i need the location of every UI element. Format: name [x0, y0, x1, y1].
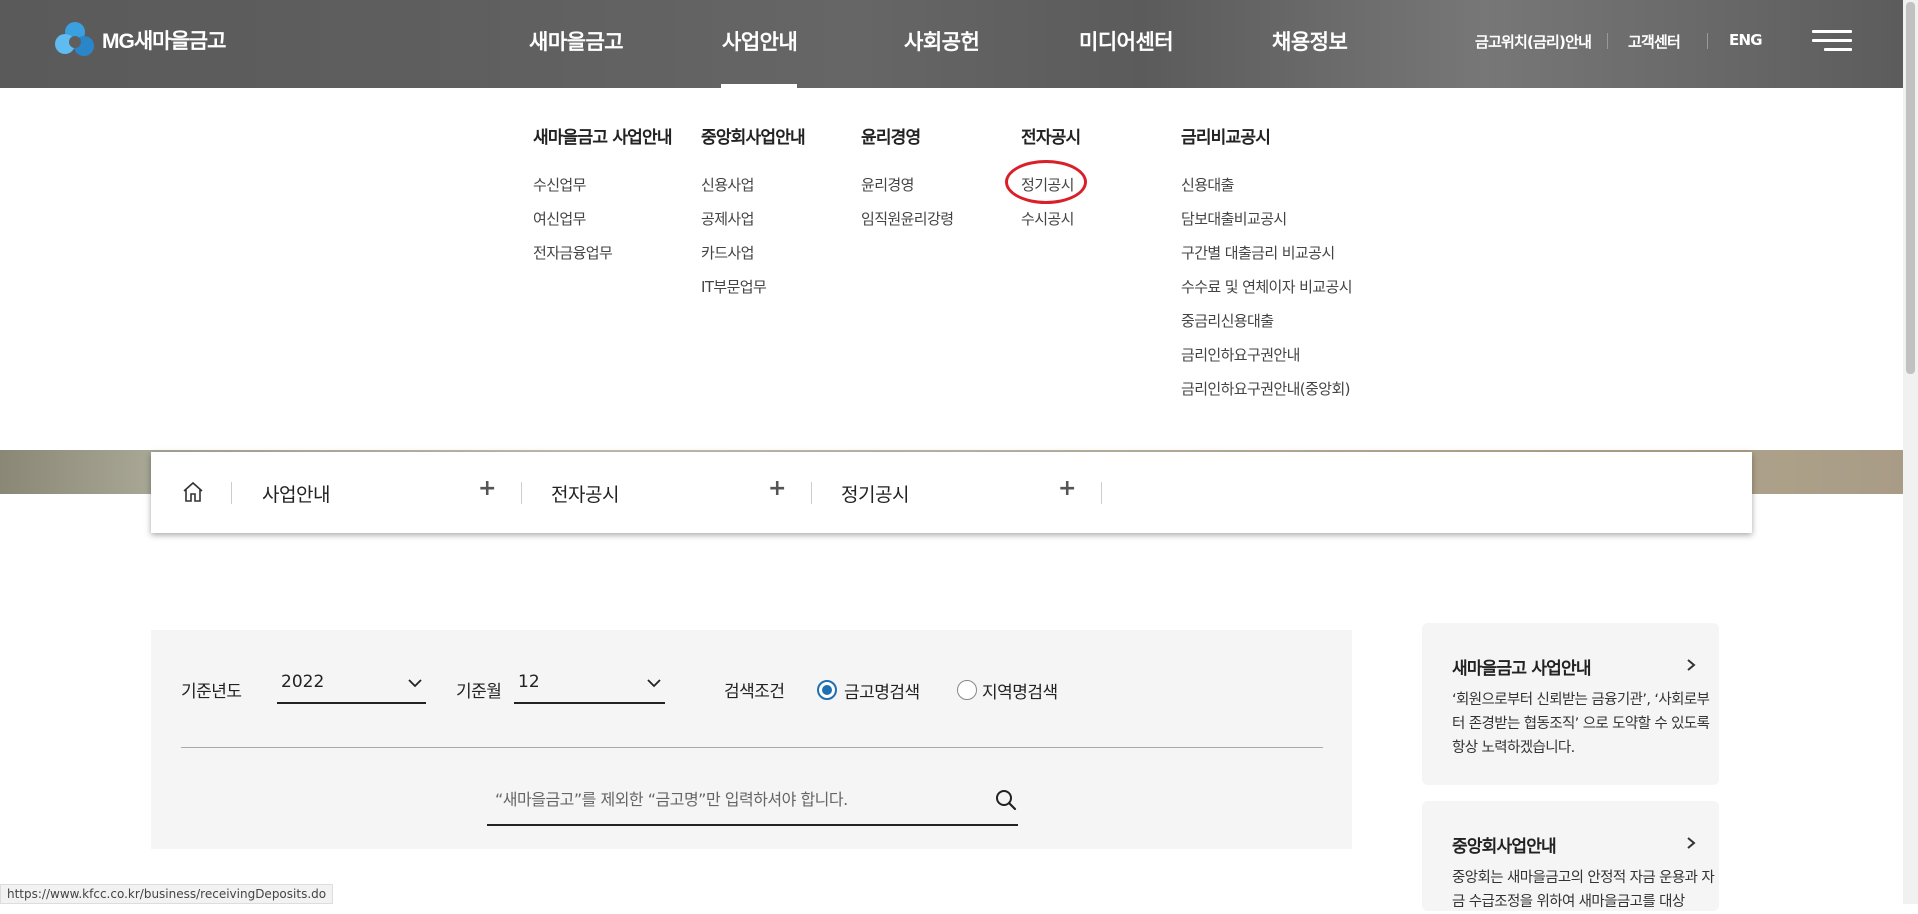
card-title[interactable]: 새마을금고 사업안내	[1452, 654, 1591, 679]
panel-divider	[181, 747, 1323, 748]
mega-link-credit[interactable]: 신용사업	[701, 174, 754, 195]
home-icon[interactable]	[181, 480, 205, 504]
mega-col-title[interactable]: 새마을금고 사업안내	[533, 123, 672, 148]
status-bar-url: https://www.kfcc.co.kr/business/receivin…	[0, 884, 334, 904]
mega-col-title[interactable]: 전자공시	[1021, 123, 1081, 148]
search-input[interactable]	[487, 776, 967, 822]
gnb-item-social[interactable]: 사회공헌	[904, 26, 980, 56]
mega-link-fee-compare[interactable]: 수수료 및 연체이자 비교공시	[1181, 276, 1353, 297]
month-select[interactable]: 12	[514, 662, 665, 704]
breadcrumb-divider	[231, 482, 232, 504]
breadcrumb-item-disclosure[interactable]: 전자공시	[551, 480, 619, 507]
year-select-value: 2022	[281, 672, 325, 692]
search-field	[487, 776, 1018, 826]
card-title[interactable]: 중앙회사업안내	[1452, 832, 1557, 857]
search-icon[interactable]	[994, 788, 1018, 812]
mega-link-deposit[interactable]: 수신업무	[533, 174, 586, 195]
breadcrumb-divider	[521, 482, 522, 504]
breadcrumb-divider	[811, 482, 812, 504]
mega-link-occasional-disclosure[interactable]: 수시공시	[1021, 208, 1074, 229]
mega-col-title[interactable]: 중앙회사업안내	[701, 123, 806, 148]
util-divider	[1707, 33, 1708, 49]
card-description: ‘회원으로부터 신뢰받는 금융기관’, ‘사회로부터 존경받는 협동조직’ 으로…	[1452, 692, 1710, 756]
mega-link-code-of-conduct[interactable]: 임직원윤리강령	[861, 208, 954, 229]
mega-link-mid-rate-loan[interactable]: 중금리신용대출	[1181, 310, 1274, 331]
site-logo[interactable]: MG새마을금고	[52, 20, 226, 60]
scrollbar-thumb[interactable]	[1906, 2, 1915, 374]
mega-link-it[interactable]: IT부문업무	[701, 276, 767, 297]
radio-branch-name-label[interactable]: 금고명검색	[844, 678, 920, 703]
page-scrollbar[interactable]	[1903, 0, 1918, 904]
chevron-down-icon	[647, 679, 661, 688]
radio-region-name[interactable]	[957, 680, 977, 700]
chevron-right-icon[interactable]	[1685, 837, 1697, 849]
mega-link-e-finance[interactable]: 전자금융업무	[533, 242, 613, 263]
gnb-item-saemaeul[interactable]: 새마을금고	[529, 26, 624, 56]
logo-text: MG새마을금고	[102, 30, 226, 53]
year-label: 기준년도	[181, 682, 242, 702]
plus-icon[interactable]: +	[478, 476, 496, 501]
gnb-item-recruit[interactable]: 채용정보	[1272, 26, 1348, 56]
hamburger-menu-icon[interactable]	[1812, 30, 1852, 52]
highlight-circle-annotation	[1005, 160, 1087, 204]
mega-link-insurance[interactable]: 공제사업	[701, 208, 754, 229]
mg-logo-icon	[55, 22, 94, 56]
plus-icon[interactable]: +	[768, 476, 786, 501]
mega-link-credit-loan[interactable]: 신용대출	[1181, 174, 1234, 195]
mega-link-interval-rate[interactable]: 구간별 대출금리 비교공시	[1181, 242, 1335, 263]
gnb-item-business[interactable]: 사업안내	[722, 26, 798, 56]
site-header: MG새마을금고 새마을금고 사업안내 사회공헌 미디어센터 채용정보 금고위치(…	[0, 0, 1903, 88]
year-select[interactable]: 2022	[277, 662, 426, 704]
mega-link-loan[interactable]: 여신업무	[533, 208, 586, 229]
gnb-item-media[interactable]: 미디어센터	[1079, 26, 1174, 56]
search-panel: 기준년도 2022 기준월 12 검색조건 금고명검색 지역명검색	[151, 630, 1352, 849]
mega-link-rate-cut-right[interactable]: 금리인하요구권안내	[1181, 344, 1300, 365]
side-card-saemaeul[interactable]: 새마을금고 사업안내 ‘회원으로부터 신뢰받는 금융기관’, ‘사회로부터 존경…	[1422, 623, 1719, 785]
card-description: 중앙회는 새마을금고의 안정적 자금 운용과 자금 수급조정을 위하여 새마을금…	[1452, 870, 1715, 910]
mega-col-title[interactable]: 금리비교공시	[1181, 123, 1271, 148]
condition-label: 검색조건	[724, 682, 785, 702]
util-customer-center[interactable]: 고객센터	[1628, 31, 1681, 52]
util-english[interactable]: ENG	[1729, 31, 1763, 49]
mega-link-rate-cut-right-central[interactable]: 금리인하요구권안내(중앙회)	[1181, 378, 1351, 399]
util-divider	[1607, 33, 1608, 49]
util-branch-location[interactable]: 금고위치(금리)안내	[1475, 31, 1592, 52]
chevron-down-icon	[408, 679, 422, 688]
breadcrumb-item-business[interactable]: 사업안내	[262, 480, 330, 507]
mega-link-secured-loan[interactable]: 담보대출비교공시	[1181, 208, 1287, 229]
plus-icon[interactable]: +	[1058, 476, 1076, 501]
breadcrumb: 사업안내 + 전자공시 + 정기공시 +	[151, 452, 1752, 533]
mega-link-ethics[interactable]: 윤리경영	[861, 174, 914, 195]
radio-region-name-label[interactable]: 지역명검색	[982, 678, 1058, 703]
breadcrumb-divider	[1101, 482, 1102, 504]
chevron-right-icon[interactable]	[1685, 659, 1697, 671]
side-card-central[interactable]: 중앙회사업안내 중앙회는 새마을금고의 안정적 자금 운용과 자금 수급조정을 …	[1422, 801, 1719, 911]
mega-link-card[interactable]: 카드사업	[701, 242, 754, 263]
month-label: 기준월	[456, 682, 502, 702]
radio-branch-name[interactable]	[817, 680, 837, 700]
mega-menu: 새마을금고 사업안내 수신업무 여신업무 전자금융업무 중앙회사업안내 신용사업…	[0, 88, 1903, 450]
breadcrumb-item-regular-disclosure[interactable]: 정기공시	[841, 480, 909, 507]
mega-col-title[interactable]: 윤리경영	[861, 123, 921, 148]
month-select-value: 12	[518, 672, 540, 692]
